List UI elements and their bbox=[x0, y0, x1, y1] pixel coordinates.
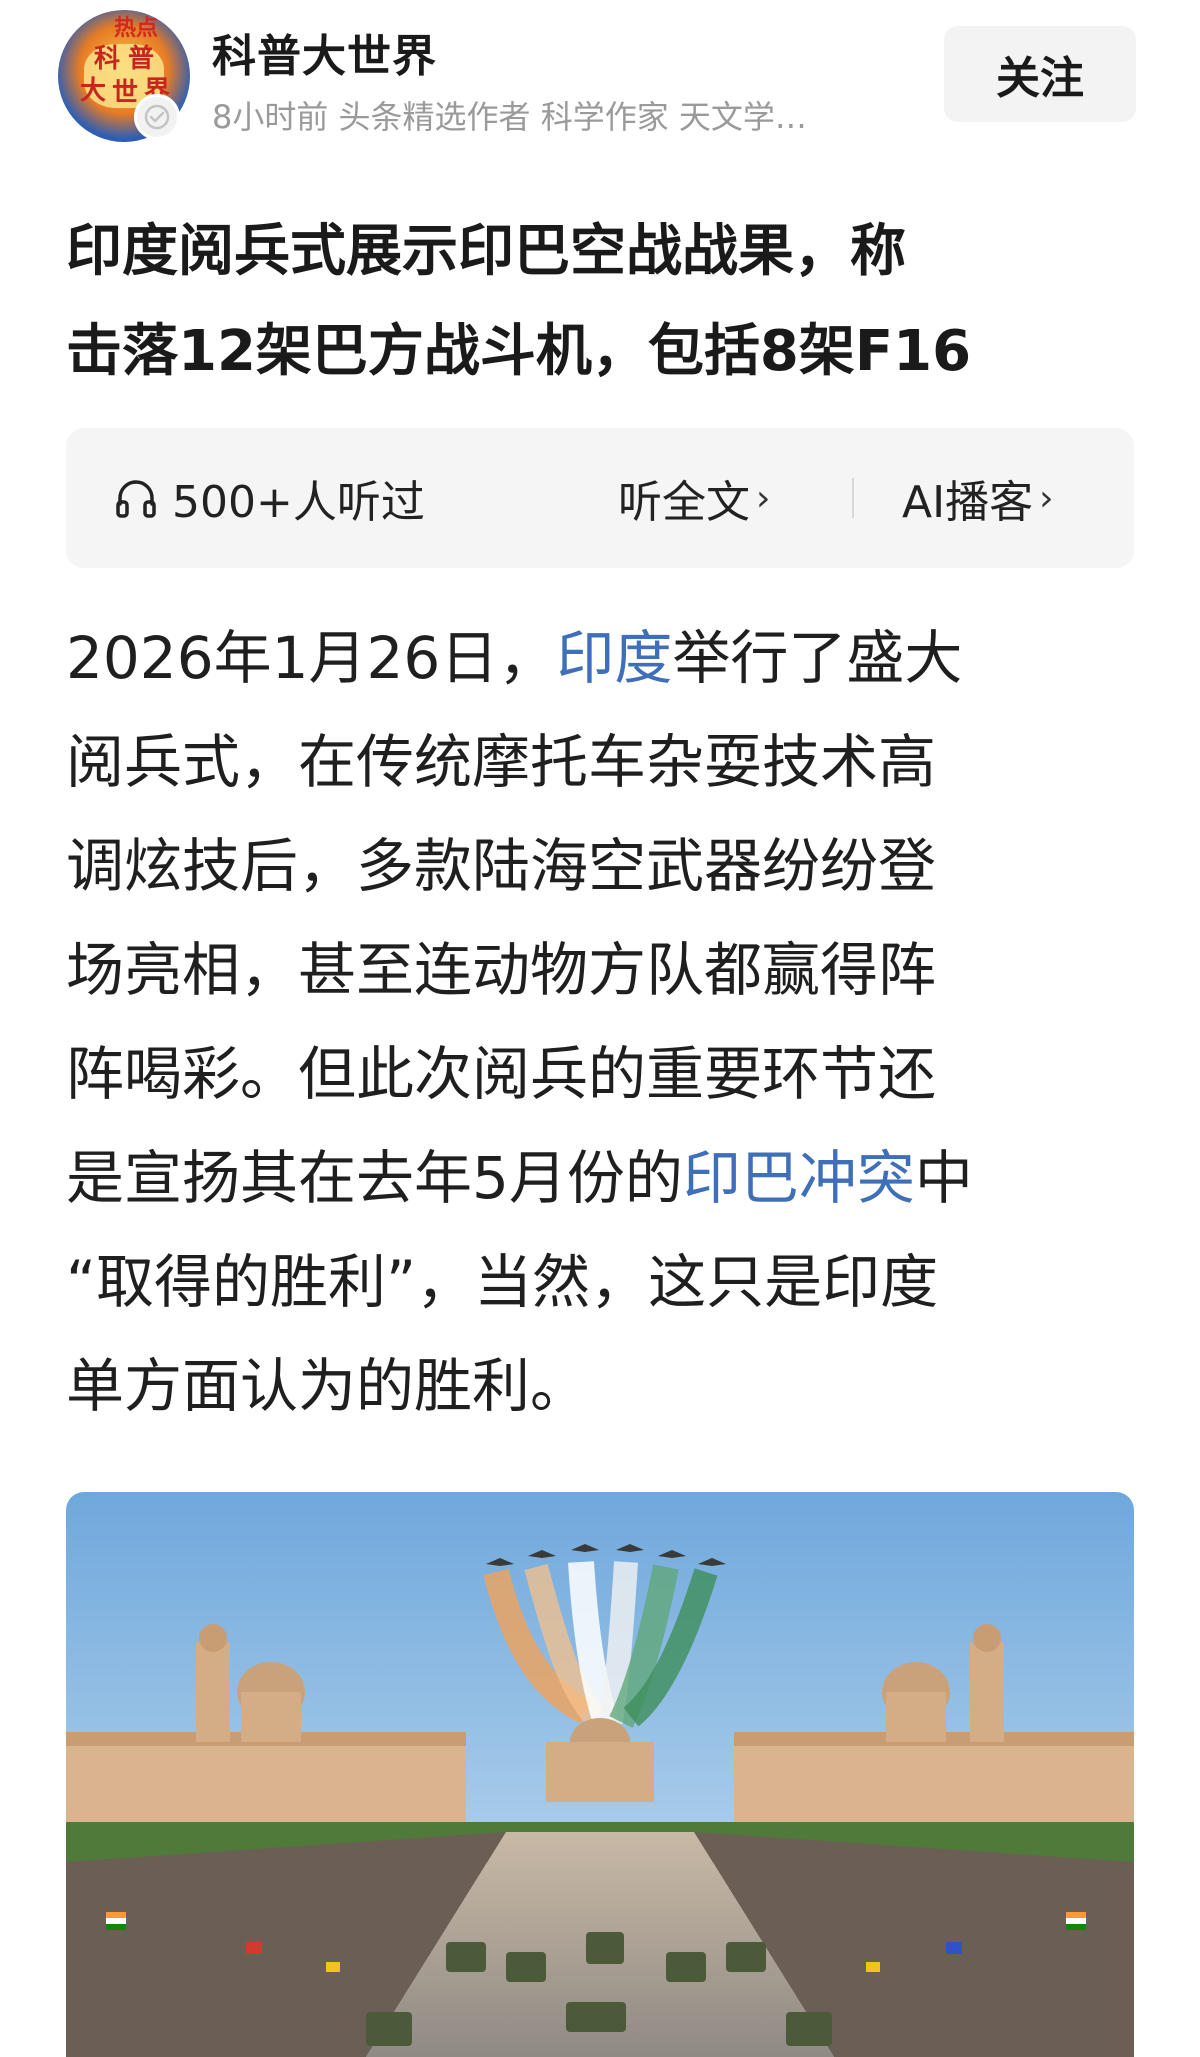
body-text: 中 bbox=[914, 1144, 973, 1212]
body-text: 举行了盛大 bbox=[672, 624, 963, 692]
verified-badge-icon bbox=[134, 94, 180, 140]
body-line: 调炫技后，多款陆海空武器纷纷登 bbox=[66, 832, 937, 900]
divider bbox=[852, 478, 854, 518]
avatar-text: 科 bbox=[94, 44, 121, 74]
avatar-text: 普 bbox=[128, 44, 155, 74]
body-line: “取得的胜利”，当然，这只是印度 bbox=[66, 1248, 939, 1316]
ai-podcast-button[interactable]: AI播客 › bbox=[902, 428, 1053, 568]
link-india[interactable]: 印度 bbox=[556, 624, 672, 692]
listen-all-label: 听全文 bbox=[618, 477, 750, 528]
avatar-text: 世 bbox=[112, 78, 139, 108]
body-line: 2026年1月26日，印度举行了盛大 bbox=[66, 606, 1166, 710]
audio-bar: 500+人听过 听全文 › AI播客 › bbox=[66, 428, 1134, 568]
parade-photo[interactable] bbox=[66, 1492, 1134, 2057]
body-line: 是宣扬其在去年5月份的印巴冲突中 bbox=[66, 1126, 1166, 1230]
check-icon bbox=[144, 104, 170, 130]
title-line: 击落12架巴方战斗机，包括8架F16 bbox=[66, 319, 972, 384]
title-line: 印度阅兵式展示印巴空战战果，称 bbox=[66, 219, 906, 284]
body-line: 场亮相，甚至连动物方队都赢得阵 bbox=[66, 936, 937, 1004]
listen-count-label: 500+人听过 bbox=[172, 477, 425, 528]
headphone-icon bbox=[116, 480, 156, 518]
body-line: 阅兵式，在传统摩托车杂耍技术高 bbox=[66, 728, 937, 796]
body-line: 单方面认为的胜利。 bbox=[66, 1352, 589, 1420]
body-text: 是宣扬其在去年5月份的 bbox=[66, 1144, 683, 1212]
listen-all-button[interactable]: 听全文 › bbox=[618, 428, 770, 568]
parade-illustration bbox=[66, 1492, 1134, 2057]
link-india-pakistan-conflict[interactable]: 印巴冲突 bbox=[683, 1144, 915, 1212]
article-header: 热点 科 普 大 世 界 科普大世界 8小时前 头条精选作者 科学作家 天文学…… bbox=[0, 0, 1200, 150]
author-name[interactable]: 科普大世界 bbox=[212, 20, 437, 84]
body-text: 2026年1月26日， bbox=[66, 624, 557, 692]
avatar-text: 热点 bbox=[114, 16, 159, 41]
listen-count[interactable]: 500+人听过 bbox=[114, 428, 425, 568]
avatar-text: 大 bbox=[80, 76, 107, 106]
chevron-right-icon: › bbox=[1039, 477, 1054, 519]
follow-button[interactable]: 关注 bbox=[944, 26, 1136, 122]
article-title: 印度阅兵式展示印巴空战战果，称 击落12架巴方战斗机，包括8架F16 bbox=[66, 202, 1156, 402]
author-meta: 8小时前 头条精选作者 科学作家 天文学… bbox=[212, 98, 807, 136]
article-body: 2026年1月26日，印度举行了盛大 阅兵式，在传统摩托车杂耍技术高 调炫技后，… bbox=[66, 606, 1166, 1438]
body-line: 阵喝彩。但此次阅兵的重要环节还 bbox=[66, 1040, 937, 1108]
chevron-right-icon: › bbox=[756, 477, 771, 519]
ai-podcast-label: AI播客 bbox=[902, 477, 1034, 528]
